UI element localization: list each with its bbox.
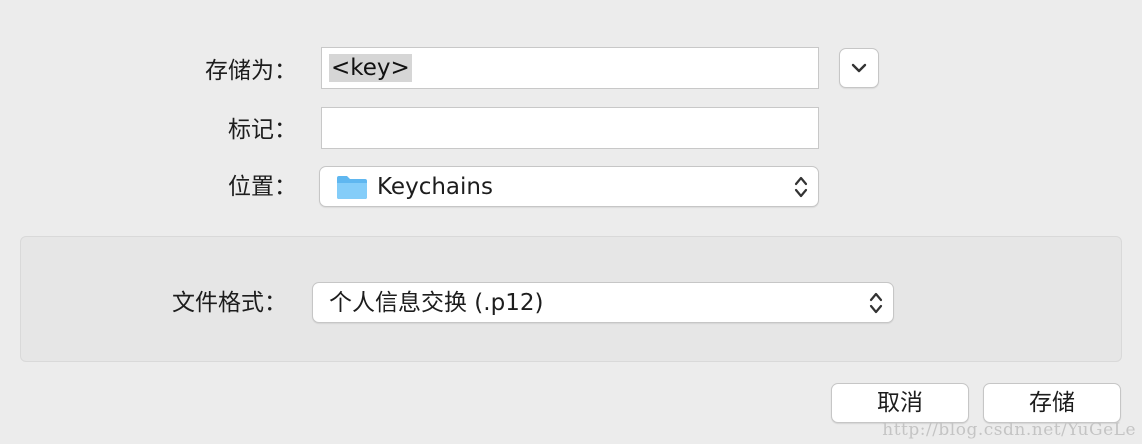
- file-format-popup[interactable]: 个人信息交换 (.p12): [312, 282, 894, 323]
- location-value: Keychains: [377, 173, 493, 200]
- up-down-chevrons-icon: [794, 176, 808, 198]
- save-as-value[interactable]: <key>: [329, 54, 412, 82]
- expand-dialog-button[interactable]: [839, 48, 879, 88]
- save-button[interactable]: 存储: [983, 383, 1121, 423]
- watermark: http://blog.csdn.net/YuGeLe: [882, 420, 1136, 440]
- tags-label: 标记：: [228, 117, 297, 143]
- file-format-label: 文件格式：: [172, 290, 287, 316]
- save-as-label: 存储为：: [205, 58, 297, 84]
- save-as-field[interactable]: <key>: [321, 47, 819, 89]
- location-popup[interactable]: Keychains: [319, 166, 819, 207]
- folder-icon: [337, 175, 367, 199]
- location-label: 位置：: [228, 174, 297, 200]
- chevron-down-icon: [851, 63, 867, 73]
- cancel-button[interactable]: 取消: [831, 383, 969, 423]
- up-down-chevrons-icon: [869, 292, 883, 314]
- file-format-value: 个人信息交换 (.p12): [329, 289, 544, 316]
- tags-field[interactable]: [321, 107, 819, 149]
